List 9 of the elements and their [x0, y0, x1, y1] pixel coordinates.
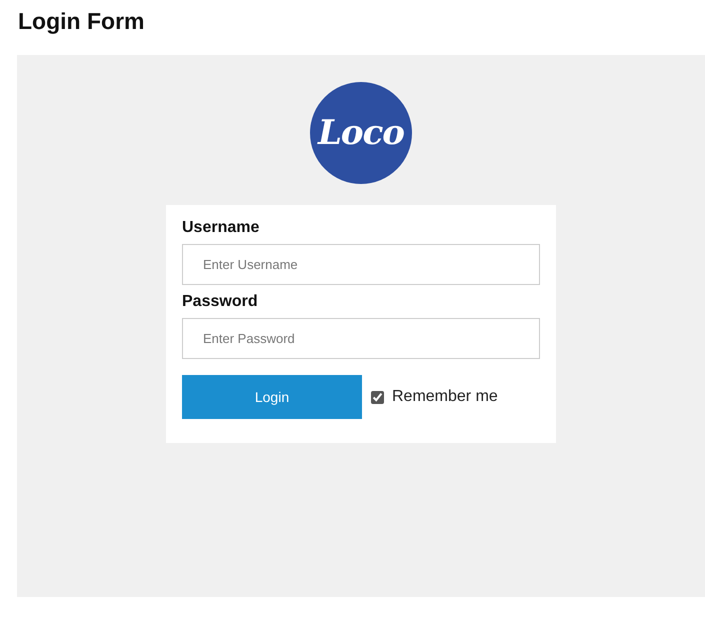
remember-checkbox[interactable]: [371, 390, 384, 404]
username-field[interactable]: Enter Username: [182, 244, 540, 285]
page-title: Login Form: [18, 8, 146, 36]
field-label: Password: [182, 293, 259, 311]
logo: Loco: [310, 82, 412, 184]
login-button[interactable]: Login: [182, 375, 362, 419]
field-label: Username: [182, 219, 260, 237]
password-field[interactable]: Enter Password: [182, 318, 540, 359]
checkbox-label: Remember me: [392, 388, 498, 406]
